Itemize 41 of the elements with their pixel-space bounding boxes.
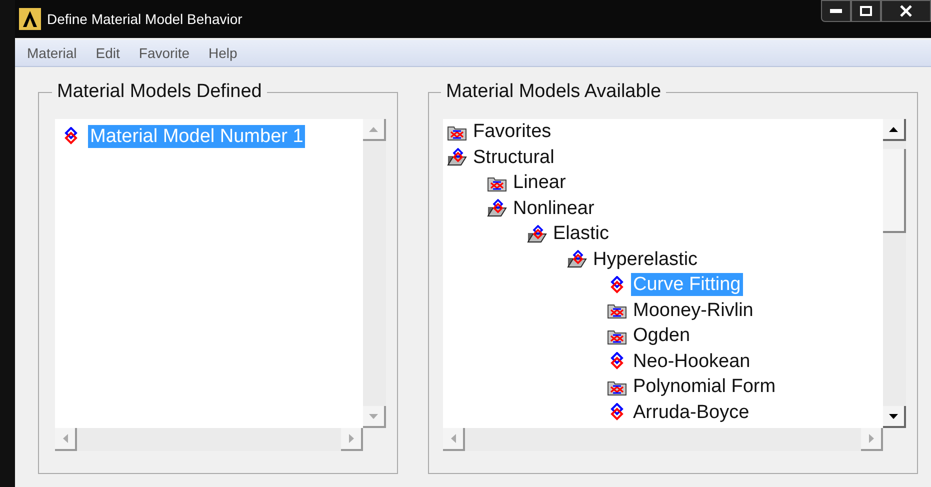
tree-item[interactable]: Ogden xyxy=(631,324,692,348)
left-arrow-icon xyxy=(62,434,68,443)
menu-item[interactable]: Material xyxy=(27,42,77,64)
tree-item[interactable]: Linear xyxy=(511,171,568,194)
tree-item[interactable]: Elastic xyxy=(551,222,611,246)
tree-item[interactable]: Mooney-Rivlin xyxy=(631,298,756,322)
tree-view[interactable]: Favorites Structural Linear Nonlinear Elastic Hyperelastic Curve Fitting Mooney-Rivlin Ogden Neo-Hookean Polynomial Form Arruda-Boyce xyxy=(443,119,883,428)
scroll-right-button[interactable] xyxy=(341,428,363,451)
tree-item[interactable]: Hyperelastic xyxy=(591,248,700,271)
minimize-button[interactable] xyxy=(821,0,851,22)
down-arrow-icon xyxy=(889,414,898,418)
up-arrow-icon xyxy=(889,126,898,132)
right-arrow-icon xyxy=(348,434,354,443)
left-arrow-icon xyxy=(450,434,456,443)
down-arrow-icon xyxy=(369,414,378,418)
scroll-left-button[interactable] xyxy=(443,428,465,451)
maximize-icon xyxy=(860,6,872,16)
scroll-up-button[interactable] xyxy=(883,119,906,141)
minimize-icon xyxy=(830,9,842,13)
tree-item[interactable]: Nonlinear xyxy=(511,196,596,220)
horizontal-scrollbar[interactable] xyxy=(55,428,363,451)
menu-item[interactable]: Favorite xyxy=(138,42,190,64)
horizontal-scrollbar[interactable] xyxy=(443,428,883,451)
tree-item[interactable]: Structural xyxy=(471,146,556,169)
close-button[interactable] xyxy=(881,0,931,22)
tree-item[interactable]: Neo-Hookean xyxy=(631,350,752,373)
menu-item[interactable]: Help xyxy=(208,42,238,64)
window-title: Define Material Model Behavior xyxy=(47,10,242,29)
menu-item[interactable]: Edit xyxy=(96,42,120,64)
tree-item[interactable]: Polynomial Form xyxy=(631,375,778,398)
tree-item[interactable]: Favorites xyxy=(471,120,554,144)
scroll-left-button[interactable] xyxy=(55,428,77,451)
app-logo-icon xyxy=(19,8,41,30)
right-arrow-icon xyxy=(868,434,874,443)
tree-item[interactable]: Arruda-Boyce xyxy=(631,400,752,424)
maximize-button[interactable] xyxy=(851,0,881,22)
close-icon xyxy=(900,5,912,17)
vertical-scrollbar[interactable] xyxy=(883,119,906,428)
up-arrow-icon xyxy=(369,126,378,132)
scroll-thumb[interactable] xyxy=(883,149,906,233)
scroll-down-button[interactable] xyxy=(883,406,906,428)
